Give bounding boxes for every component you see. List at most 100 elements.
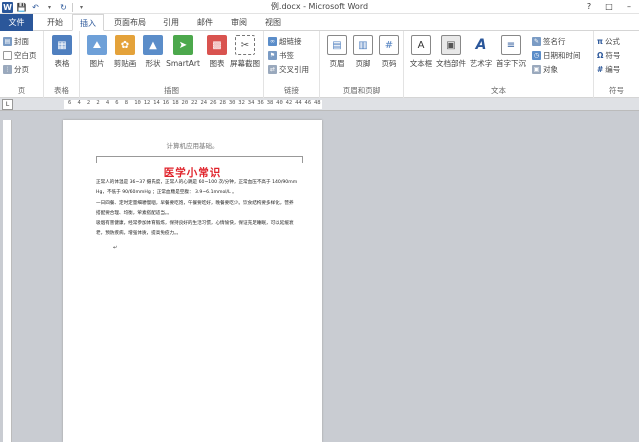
ruler-number: 16 <box>162 100 170 106</box>
ruler-number: 44 <box>295 100 302 106</box>
header-icon: ▤ <box>327 35 347 55</box>
page-break-button[interactable]: ⋮ 分页 <box>3 64 29 75</box>
screenshot-icon: ✂ <box>235 35 255 55</box>
object-button[interactable]: ▣ 对象 <box>532 64 558 75</box>
page-number-button[interactable]: # 页码 <box>374 34 404 80</box>
cover-page-button[interactable]: ▤ 封面 <box>3 36 29 47</box>
footer-icon: ▥ <box>353 35 373 55</box>
window-controls: ? □ – <box>579 0 639 13</box>
ruler-number: 34 <box>247 100 255 106</box>
paragraph-1[interactable]: 正常人的体温是 36~37 摄氏度，正常人的心跳是 60~100 次/分钟，正常… <box>96 178 298 197</box>
page-break-icon: ⋮ <box>3 65 12 74</box>
screenshot-button[interactable]: ✂ 屏幕截图 <box>228 34 262 80</box>
table-button[interactable]: ▦ 表格 <box>47 34 77 80</box>
paragraph-2[interactable]: 一日四餐、定时定量细嚼慢咽，早餐要吃饱，午餐要吃好，晚餐要吃少。饮食结构要多样化… <box>96 199 298 218</box>
ruler-number: 10 <box>134 100 141 106</box>
window-title: 例.docx - Microsoft Word <box>270 2 369 11</box>
group-links: ∞ 超链接 ⚑ 书签 ⇄ 交叉引用 链接 <box>264 31 320 98</box>
ribbon-tabs: 文件 开始 插入 页面布局 引用 邮件 审阅 视图 <box>0 14 639 31</box>
tab-review[interactable]: 审阅 <box>224 14 254 31</box>
group-label-links: 链接 <box>284 86 299 95</box>
shapes-icon: ▲ <box>143 35 163 55</box>
ruler-number: 42 <box>285 100 293 106</box>
quick-parts-button[interactable]: ▣ 文档部件 <box>436 34 466 80</box>
wordart-button[interactable]: A 艺术字 <box>466 34 496 80</box>
horizontal-ruler[interactable]: L 6 4 2 2 4 6 8 10 12 14 16 18 20 22 24 26 28 30 32 34 36 38 4… <box>0 98 639 111</box>
clipart-icon: ✿ <box>115 35 135 55</box>
hyperlink-button[interactable]: ∞ 超链接 <box>268 36 302 47</box>
picture-button[interactable]: ⛰ 图片 <box>82 34 112 80</box>
ruler-number: 22 <box>191 100 198 106</box>
ruler-number: 24 <box>200 100 208 106</box>
clipart-button[interactable]: ✿ 剪贴画 <box>110 34 140 80</box>
restore-ribbon-icon[interactable]: □ <box>599 0 619 13</box>
cross-reference-icon: ⇄ <box>268 65 277 74</box>
ruler-number: 6 <box>68 100 72 106</box>
ruler-number: 8 <box>124 100 129 106</box>
group-pages: ▤ 封面 空白页 ⋮ 分页 页 <box>0 31 44 98</box>
textbox-icon: A <box>411 35 431 55</box>
drop-cap-button[interactable]: ≡ 首字下沉 <box>496 34 526 80</box>
minimize-icon[interactable]: – <box>619 0 639 13</box>
textbox-button[interactable]: A 文本框 <box>406 34 436 80</box>
page-header-text[interactable]: 计算机应用基础。 <box>63 140 322 150</box>
cross-reference-button[interactable]: ⇄ 交叉引用 <box>268 64 309 75</box>
picture-icon: ⛰ <box>87 35 107 55</box>
ruler-number: 36 <box>257 100 264 106</box>
numbering-icon: # <box>597 65 604 74</box>
blank-page-button[interactable]: 空白页 <box>3 50 37 61</box>
object-icon: ▣ <box>532 65 541 74</box>
hyperlink-icon: ∞ <box>268 37 277 46</box>
group-label-header-footer: 页眉和页脚 <box>342 86 381 95</box>
page-number-icon: # <box>379 35 399 55</box>
signature-line-icon: ✎ <box>532 37 541 46</box>
drop-cap-icon: ≡ <box>501 35 521 55</box>
numbering-button[interactable]: # 编号 <box>597 64 620 75</box>
omega-icon: Ω <box>597 51 604 60</box>
equation-button[interactable]: π 公式 <box>597 36 620 47</box>
chart-icon: ▩ <box>207 35 227 55</box>
quick-parts-icon: ▣ <box>441 35 461 55</box>
ribbon: ▤ 封面 空白页 ⋮ 分页 页 ▦ 表格 表格 ⛰ 图片 ✿ 剪贴画 ▲ 形状 … <box>0 31 639 98</box>
ruler-number: 2 <box>86 100 91 106</box>
tab-mailings[interactable]: 邮件 <box>190 14 220 31</box>
paragraph-3[interactable]: 吸烟有害健康，经常参加体育锻炼，保持良好的生活习惯，心情愉快，保证充足睡眠，可以… <box>96 219 298 238</box>
ruler-number: 6 <box>115 100 119 106</box>
ruler-number: 48 <box>314 100 321 106</box>
shapes-button[interactable]: ▲ 形状 <box>138 34 168 80</box>
help-icon[interactable]: ? <box>579 0 599 13</box>
title-bar: W 💾 ↶ ▾ ↻ ▾ 例.docx - Microsoft Word ? □ … <box>0 0 639 14</box>
ruler-number: 12 <box>143 100 151 106</box>
blank-page-icon <box>3 51 12 60</box>
ruler-number: 32 <box>238 100 245 106</box>
ruler-number: 4 <box>105 100 110 106</box>
tab-selector-icon[interactable]: L <box>2 99 13 110</box>
vertical-ruler[interactable] <box>3 120 12 442</box>
date-time-icon: ◷ <box>532 51 541 60</box>
group-symbols: π 公式 Ω 符号 # 编号 符号 <box>594 31 639 98</box>
tab-insert[interactable]: 插入 <box>72 14 104 31</box>
tab-references[interactable]: 引用 <box>156 14 186 31</box>
tab-home[interactable]: 开始 <box>40 14 70 31</box>
header-border <box>96 156 303 163</box>
symbol-button[interactable]: Ω 符号 <box>597 50 620 61</box>
group-illustrations: ⛰ 图片 ✿ 剪贴画 ▲ 形状 ➤ SmartArt ▩ 图表 ✂ 屏幕截图 插… <box>80 31 264 98</box>
tab-page-layout[interactable]: 页面布局 <box>108 14 152 31</box>
ruler-number: 26 <box>209 100 217 106</box>
bookmark-button[interactable]: ⚑ 书签 <box>268 50 294 61</box>
tab-file[interactable]: 文件 <box>0 14 33 31</box>
smartart-button[interactable]: ➤ SmartArt <box>166 34 200 80</box>
ruler-number: 14 <box>153 100 160 106</box>
document-page[interactable]: 计算机应用基础。 医学小常识 正常人的体温是 36~37 摄氏度，正常人的心跳是… <box>63 120 322 442</box>
group-label-illustrations: 插图 <box>164 86 179 95</box>
signature-line-button[interactable]: ✎ 签名行 <box>532 36 566 47</box>
group-label-text: 文本 <box>491 86 506 95</box>
tab-view[interactable]: 视图 <box>258 14 288 31</box>
group-text: A 文本框 ▣ 文档部件 A 艺术字 ≡ 首字下沉 ✎ 签名行 ◷ 日期和时间 … <box>404 31 594 98</box>
ruler-number: 46 <box>304 100 312 106</box>
date-time-button[interactable]: ◷ 日期和时间 <box>532 50 581 61</box>
ruler-number: 30 <box>228 100 236 106</box>
ruler-number: 4 <box>77 100 81 106</box>
ruler-number: 40 <box>276 100 283 106</box>
group-header-footer: ▤ 页眉 ▥ 页脚 # 页码 页眉和页脚 <box>320 31 404 98</box>
